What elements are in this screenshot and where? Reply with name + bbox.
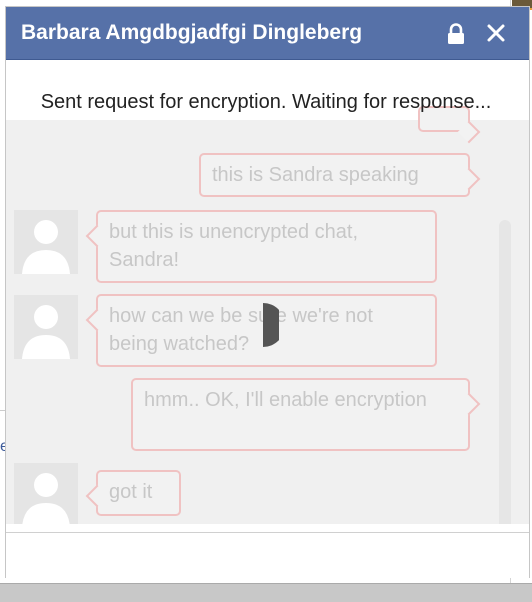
browser-bottom-bar [0, 583, 532, 602]
default-avatar-icon [14, 295, 78, 359]
message-bubble-outgoing: hmm.. OK, I'll enable encryption [131, 378, 470, 451]
message-bubble-incoming: got it [96, 470, 181, 516]
lock-icon[interactable] [446, 23, 466, 45]
message-bubble-incoming: but this is unencrypted chat, Sandra! [96, 210, 437, 283]
message-input[interactable] [6, 532, 529, 578]
default-avatar-icon [14, 463, 78, 524]
chat-titlebar[interactable]: Barbara Amgdbgjadfgi Dingleberg [6, 7, 529, 60]
default-avatar-icon [14, 210, 78, 274]
loading-spinner-icon [247, 303, 285, 347]
close-icon[interactable] [486, 23, 506, 43]
chat-window: Barbara Amgdbgjadfgi Dingleberg Sent req… [5, 6, 530, 578]
scrollbar[interactable] [499, 220, 511, 524]
chat-title[interactable]: Barbara Amgdbgjadfgi Dingleberg [21, 21, 362, 45]
message-bubble-outgoing: this is Sandra speaking [199, 153, 470, 197]
chat-conversation[interactable]: Sent request for encryption. Waiting for… [6, 60, 529, 524]
encryption-status-text: Sent request for encryption. Waiting for… [40, 91, 492, 113]
